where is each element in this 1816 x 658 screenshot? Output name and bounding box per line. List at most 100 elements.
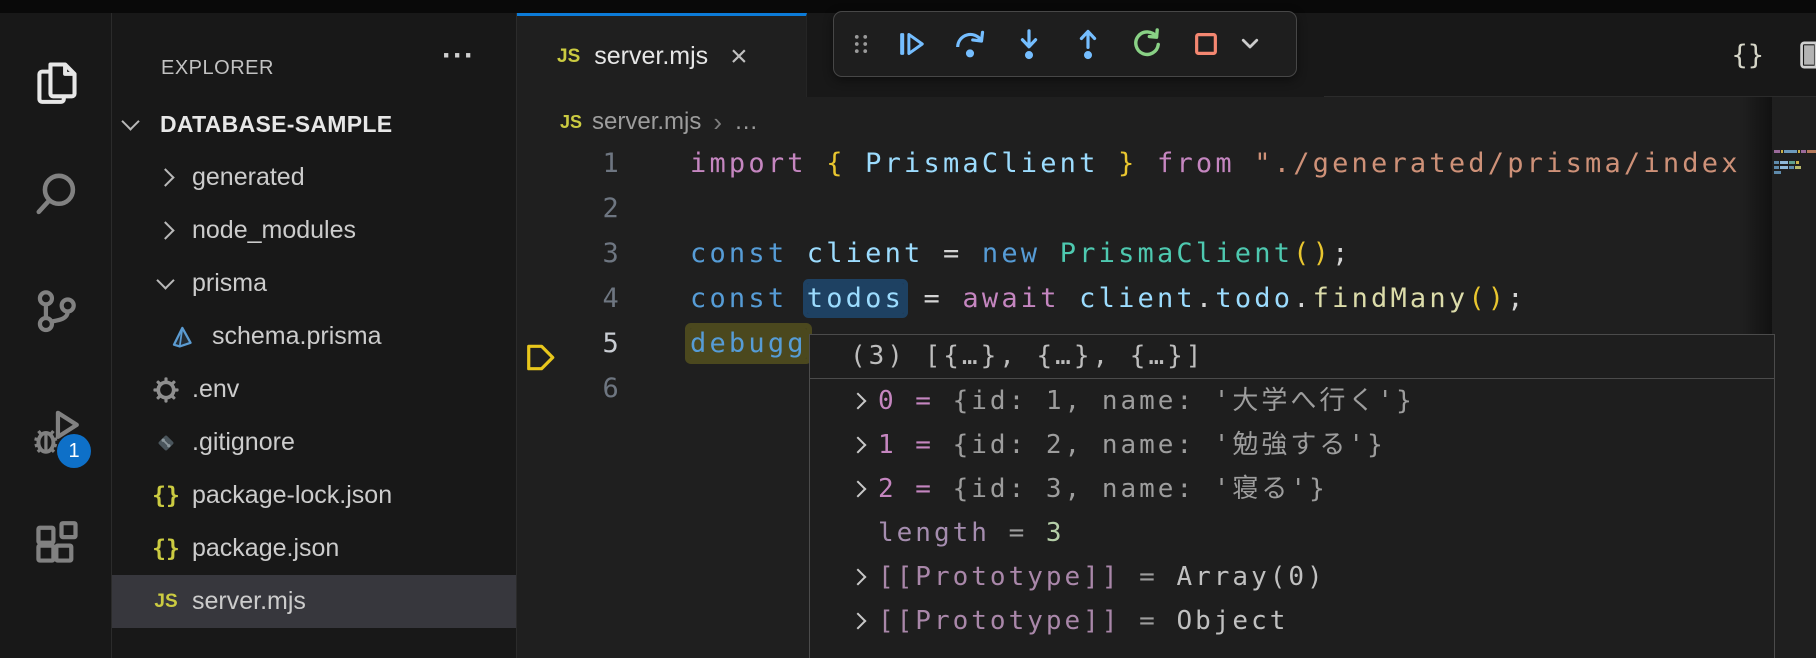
popup-row-name: 2 <box>878 474 897 504</box>
code-token: () <box>1293 238 1332 269</box>
minimap-token <box>1789 161 1795 164</box>
tree-item-package-lock-json[interactable]: {} package-lock.json <box>112 469 516 522</box>
minimap[interactable] <box>1772 0 1816 658</box>
activity-item-explorer[interactable] <box>0 51 112 119</box>
line-number[interactable]: 2 <box>517 186 622 231</box>
tree-item-prisma[interactable]: prisma <box>112 257 516 310</box>
minimap-token <box>1774 166 1779 169</box>
step-out-button[interactable] <box>1066 22 1110 66</box>
code-token <box>1235 148 1254 179</box>
tree-item-package-json[interactable]: {} package.json <box>112 522 516 575</box>
code-token: = <box>904 283 962 314</box>
popup-row-value: {id: 1, name: '大学へ行く'} <box>953 386 1415 416</box>
popup-rows: 0 = {id: 1, name: '大学へ行く'}1 = {id: 2, na… <box>810 379 1774 643</box>
minimap-token <box>1774 161 1779 164</box>
sidebar-more-actions-button[interactable]: ··· <box>442 39 475 73</box>
minimap-token <box>1789 166 1794 169</box>
chevron-right-icon <box>156 168 174 186</box>
code-token: . <box>1196 283 1215 314</box>
code-line[interactable]: const todos = await client.todo.findMany… <box>690 276 1527 321</box>
activity-item-source-control[interactable] <box>0 279 112 347</box>
minimap-line <box>1774 171 1781 174</box>
tree-item-schema-prisma[interactable]: schema.prisma <box>112 310 516 363</box>
step-into-button[interactable] <box>1007 22 1051 66</box>
popup-row-equals: = <box>897 474 953 504</box>
chevron-right-icon[interactable] <box>850 569 867 586</box>
braces-icon: {} <box>151 534 181 564</box>
minimap-token <box>1798 150 1800 153</box>
continue-button[interactable] <box>889 22 933 66</box>
code-token <box>807 148 826 179</box>
code-token: . <box>1293 283 1312 314</box>
code-token: = <box>923 238 981 269</box>
popup-row[interactable]: 0 = {id: 1, name: '大学へ行く'} <box>810 379 1774 423</box>
popup-row-text: 0 = {id: 1, name: '大学へ行く'} <box>878 379 1415 423</box>
chevron-right-icon[interactable] <box>850 437 867 454</box>
files-icon <box>30 57 82 114</box>
tree-item-database-sample[interactable]: DATABASE-SAMPLE <box>112 98 516 151</box>
code-token <box>787 283 806 314</box>
code-token: PrismaClient <box>1060 238 1293 269</box>
tree-item-generated[interactable]: generated <box>112 151 516 204</box>
debug-more-options-chevron-icon[interactable] <box>1235 22 1265 66</box>
debug-hover-popup: (3) [{…}, {…}, {…}] 0 = {id: 1, name: '大… <box>809 334 1775 658</box>
activity-item-extensions[interactable] <box>0 511 112 579</box>
debug-badge: 1 <box>57 434 91 468</box>
line-number[interactable]: 5 <box>517 321 622 366</box>
tree-item-env[interactable]: .env <box>112 363 516 416</box>
code-line[interactable]: debugg <box>690 321 807 366</box>
debug-toolbar <box>833 11 1297 77</box>
gear-icon <box>151 375 181 405</box>
popup-row-text: length = 3 <box>878 511 1065 555</box>
prisma-icon <box>167 322 197 352</box>
minimap-shadow <box>1742 97 1772 337</box>
code-token: findMany <box>1313 283 1469 314</box>
stop-button[interactable] <box>1184 22 1228 66</box>
minimap-token <box>1780 166 1788 169</box>
popup-row-equals: = <box>1121 606 1177 636</box>
popup-row[interactable]: [[Prototype]] = Object <box>810 599 1774 643</box>
code-token: client <box>1079 283 1196 314</box>
activity-item-run-and-debug[interactable]: 1 <box>0 395 112 471</box>
code-token <box>1040 238 1059 269</box>
popup-row-value: Object <box>1176 606 1288 636</box>
popup-row[interactable]: 1 = {id: 2, name: '勉強する'} <box>810 423 1774 467</box>
code-token: await <box>962 283 1059 314</box>
chevron-down-icon <box>156 271 174 289</box>
search-icon <box>30 169 82 226</box>
minimap-line <box>1774 150 1816 153</box>
chevron-right-icon[interactable] <box>850 481 867 498</box>
tree-item-gitignore[interactable]: .gitignore <box>112 416 516 469</box>
code-token: const <box>690 238 787 269</box>
line-number[interactable]: 1 <box>517 141 622 186</box>
code-token <box>787 238 806 269</box>
chevron-right-icon[interactable] <box>850 393 867 410</box>
minimap-token <box>1774 150 1780 153</box>
popup-row-equals: = <box>897 386 953 416</box>
code-token: PrismaClient <box>865 148 1098 179</box>
popup-row-name: [[Prototype]] <box>878 606 1121 636</box>
tree-item-node-modules[interactable]: node_modules <box>112 204 516 257</box>
step-over-button[interactable] <box>948 22 992 66</box>
popup-row-name: [[Prototype]] <box>878 562 1121 592</box>
code-line[interactable]: import { PrismaClient } from "./generate… <box>690 141 1741 186</box>
minimap-token <box>1801 150 1806 153</box>
code-token <box>1138 148 1157 179</box>
tree-item-server-mjs[interactable]: JS server.mjs <box>112 575 516 628</box>
line-number[interactable]: 4 <box>517 276 622 321</box>
minimap-token <box>1795 166 1801 169</box>
line-number[interactable]: 3 <box>517 231 622 276</box>
popup-row-text: 2 = {id: 3, name: '寝る'} <box>878 467 1328 511</box>
popup-row[interactable]: [[Prototype]] = Array(0) <box>810 555 1774 599</box>
line-number[interactable]: 6 <box>517 366 622 411</box>
popup-row[interactable]: length = 3 <box>810 511 1774 555</box>
popup-row[interactable]: 2 = {id: 3, name: '寝る'} <box>810 467 1774 511</box>
code-token: new <box>982 238 1040 269</box>
restart-button[interactable] <box>1125 22 1169 66</box>
popup-row-value: Array(0) <box>1176 562 1325 592</box>
chevron-right-icon[interactable] <box>850 613 867 630</box>
drag-handle-icon[interactable] <box>848 22 874 66</box>
activity-item-search[interactable] <box>0 163 112 231</box>
popup-row-equals: = <box>897 430 953 460</box>
code-line[interactable]: const client = new PrismaClient(); <box>690 231 1352 276</box>
